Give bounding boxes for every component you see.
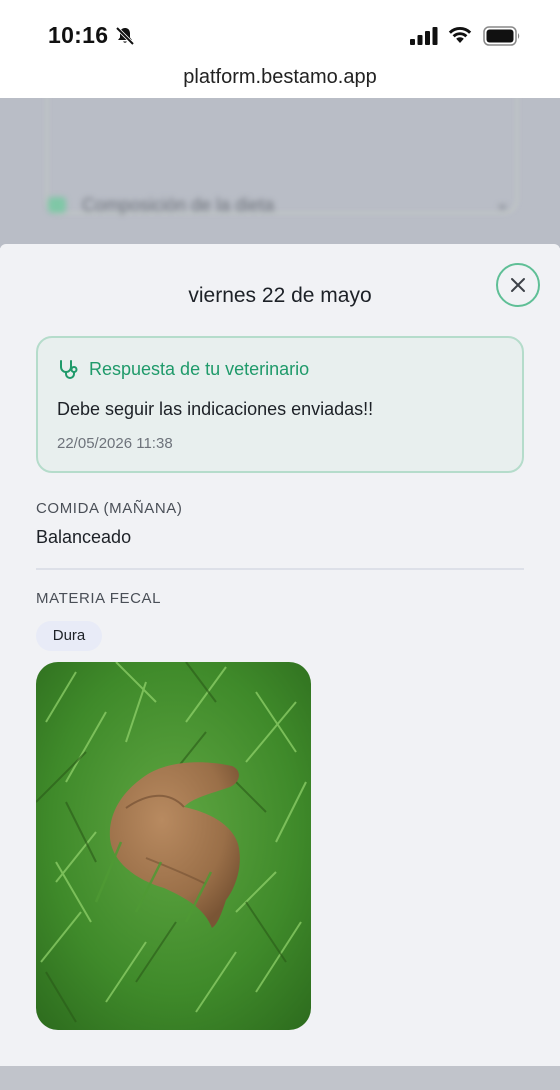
status-bar: 10:16 [0, 0, 560, 62]
signal-icon [410, 27, 438, 45]
vet-response-title: Respuesta de tu veterinario [89, 359, 310, 379]
section-icon [48, 197, 66, 213]
battery-icon [483, 26, 520, 46]
stool-photo[interactable] [36, 662, 311, 1030]
vet-response-card: Respuesta de tu veterinario Debe seguir … [36, 336, 524, 473]
day-detail-sheet: viernes 22 de mayo Respuesta de tu veter… [0, 244, 560, 1066]
food-label: COMIDA (MAÑANA) [36, 500, 183, 517]
background-section-row: Composición de la dieta ⌄ [48, 193, 518, 217]
bell-slash-icon [115, 26, 135, 46]
stethoscope-icon [60, 360, 78, 379]
status-time: 10:16 [48, 22, 109, 48]
sheet-title: viernes 22 de mayo [188, 284, 372, 307]
close-button[interactable] [496, 263, 540, 307]
url-text: platform.bestamo.app [183, 66, 377, 88]
section-divider [36, 568, 524, 570]
address-bar[interactable]: platform.bestamo.app [0, 62, 560, 98]
wifi-icon [448, 26, 472, 43]
close-icon [511, 278, 525, 292]
background-page: Composición de la dieta ⌄ [0, 98, 560, 248]
vet-response-message: Debe seguir las indicaciones enviadas!! [57, 399, 374, 419]
stool-label: MATERIA FECAL [36, 590, 162, 607]
food-value: Balanceado [36, 527, 132, 547]
background-section-label: Composición de la dieta [82, 195, 275, 215]
chevron-down-icon: ⌄ [494, 193, 510, 213]
vet-response-timestamp: 22/05/2026 11:38 [57, 435, 173, 452]
bottom-overlay-bar [0, 1066, 560, 1090]
stool-tag: Dura [36, 621, 102, 651]
stool-photo-image [36, 662, 311, 1030]
